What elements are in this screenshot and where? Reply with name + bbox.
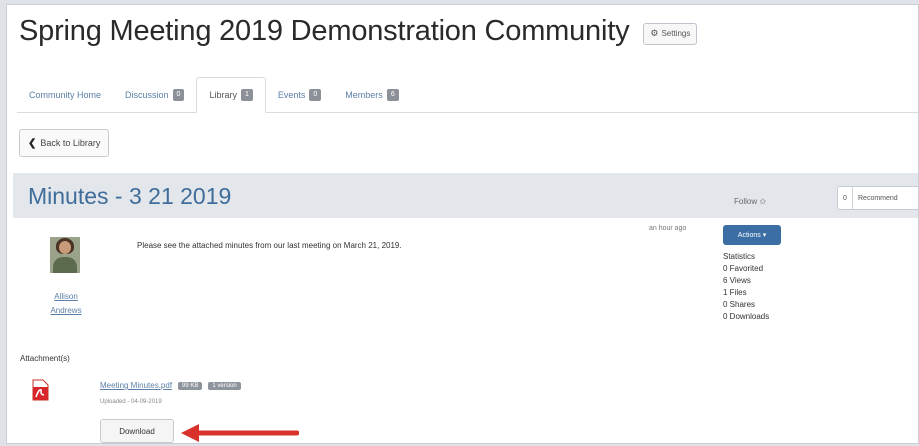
back-to-library-button[interactable]: ❮ Back to Library: [19, 129, 110, 157]
author-first-name: Allison: [54, 292, 78, 301]
tab-label: Discussion: [125, 90, 169, 100]
actions-label: Actions: [737, 231, 761, 239]
attachment-row: Meeting Minutes.pdf 99 KB 1 version: [100, 381, 241, 390]
tab-community-home[interactable]: Community Home: [17, 78, 113, 112]
follow-label: Follow: [734, 197, 758, 206]
count-badge: 6: [386, 89, 399, 101]
caret-down-icon: ▾: [760, 232, 767, 239]
follow-button[interactable]: Follow ✩: [734, 197, 766, 206]
page-frame: Spring Meeting 2019 Demonstration Commun…: [6, 4, 919, 444]
count-badge: 0: [172, 89, 185, 101]
chevron-left-icon: ❮: [28, 137, 37, 149]
tab-events[interactable]: Events 0: [266, 78, 333, 112]
tab-label: Community Home: [29, 90, 102, 100]
community-header: Spring Meeting 2019 Demonstration Commun…: [19, 15, 698, 48]
recommend-label: Recommend: [858, 194, 898, 202]
stat-files: 1 Files: [723, 288, 747, 297]
download-button[interactable]: Download: [100, 419, 174, 443]
tab-discussion[interactable]: Discussion 0: [113, 78, 196, 112]
file-version-tag: 1 version: [208, 381, 241, 390]
document-statistics: Statistics 0 Favorited 6 Views 1 Files 0…: [723, 251, 769, 323]
pdf-file-icon: [32, 379, 49, 401]
gear-icon: ⚙: [650, 28, 659, 38]
file-size-tag: 99 KB: [178, 381, 203, 390]
count-badge: 1: [240, 89, 253, 101]
author-last-name: Andrews: [50, 306, 82, 315]
stat-views: 6 Views: [723, 276, 751, 285]
attachments-label: Attachment(s): [20, 354, 70, 363]
stat-downloads: 0 Downloads: [723, 312, 770, 321]
tab-library[interactable]: Library 1: [196, 77, 266, 113]
actions-dropdown-button[interactable]: Actions ▾: [723, 225, 781, 245]
post-timestamp: an hour ago: [649, 225, 687, 232]
author-name-link[interactable]: Allison Andrews: [47, 290, 85, 318]
uploaded-date: Uploaded - 04-09-2019: [100, 399, 162, 405]
follow-icon: ✩: [759, 197, 767, 206]
arrow-left-icon: [181, 424, 299, 442]
recommend-count: 0: [838, 187, 853, 209]
statistics-heading: Statistics: [723, 252, 756, 261]
stat-favorited: 0 Favorited: [723, 264, 764, 273]
author-avatar[interactable]: [50, 237, 80, 273]
recommend-button[interactable]: 0 Recommend: [837, 186, 918, 210]
document-title: Minutes - 3 21 2019: [28, 183, 232, 209]
count-badge: 0: [309, 89, 322, 101]
document-description: Please see the attached minutes from our…: [137, 241, 402, 250]
settings-button[interactable]: ⚙ Settings: [643, 22, 698, 45]
back-button-label: Back to Library: [40, 138, 101, 148]
tab-label: Library: [209, 90, 237, 100]
settings-label: Settings: [661, 29, 691, 38]
community-tabs: Community Home Discussion 0 Library 1 Ev…: [17, 76, 918, 113]
tab-label: Events: [277, 90, 306, 100]
community-title: Spring Meeting 2019 Demonstration Commun…: [19, 15, 630, 47]
tab-label: Members: [345, 90, 383, 100]
attachment-file-link[interactable]: Meeting Minutes.pdf: [100, 381, 172, 390]
stat-shares: 0 Shares: [723, 300, 756, 309]
tab-members[interactable]: Members 6: [333, 78, 410, 112]
